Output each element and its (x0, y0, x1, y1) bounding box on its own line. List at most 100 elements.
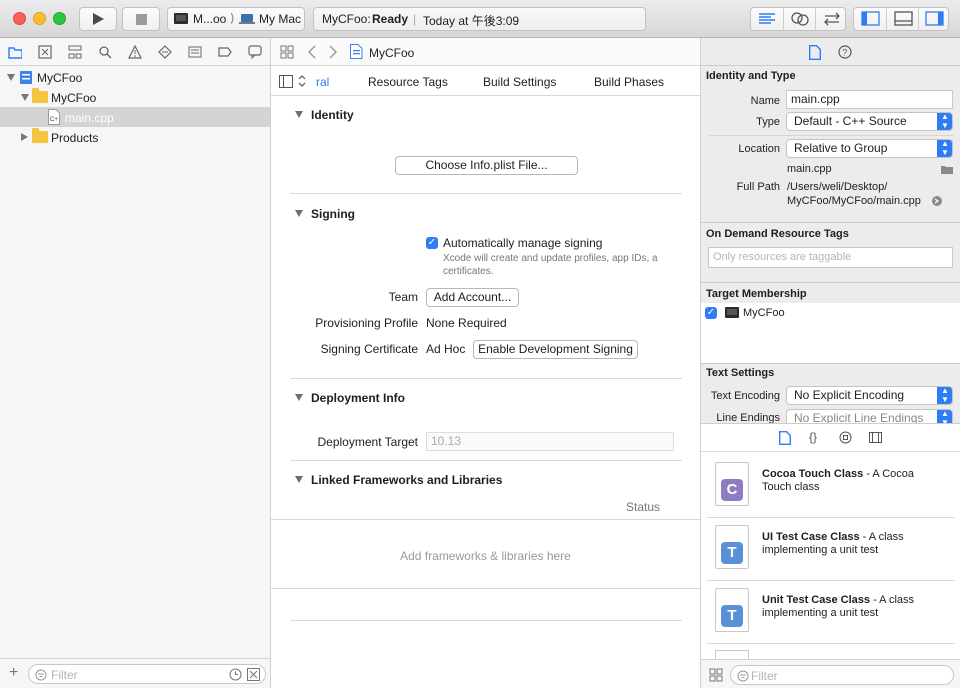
report-bubble-icon[interactable] (248, 45, 262, 59)
disclosure-expanded-icon[interactable] (7, 74, 15, 81)
tree-item-products[interactable]: Products (0, 127, 270, 147)
text-encoding-popup[interactable]: No Explicit Encoding ▲ ▼ (786, 386, 953, 405)
tree-item-project[interactable]: MyCFoo (0, 67, 270, 87)
minimize-window-button[interactable] (33, 12, 46, 25)
choose-info-plist-button[interactable]: Choose Info.plist File... (395, 156, 578, 175)
recent-files-clock-icon[interactable] (229, 668, 242, 681)
frameworks-empty-placeholder[interactable]: Add frameworks & libraries here (271, 549, 700, 563)
class-c-icon: C (721, 479, 743, 501)
library-selector-bar: {} (701, 424, 960, 452)
resource-tags-title: On Demand Resource Tags (706, 228, 849, 240)
folder-icon[interactable] (8, 45, 22, 59)
disclosure-expanded-icon[interactable] (21, 94, 29, 101)
auto-signing-label: Automatically manage signing (443, 236, 603, 250)
search-icon[interactable] (98, 45, 112, 59)
library-item-unit-test-case-class[interactable]: T Unit Test Case Class - A class implemen… (707, 582, 955, 644)
line-endings-popup[interactable]: No Explicit Line Endings ▲ ▼ (786, 409, 953, 423)
target-stepper-icon[interactable] (298, 74, 306, 88)
run-button[interactable] (79, 7, 117, 31)
grid-view-icon[interactable] (709, 668, 723, 682)
type-label: Type (756, 116, 780, 128)
popup-arrows-icon: ▲ ▼ (937, 387, 952, 404)
library-item-desc-rest: implementing a unit test (762, 607, 879, 619)
popup-arrows-icon: ▲ ▼ (937, 140, 952, 157)
project-editor: MyCFoo ral Resource Tags Build Settings … (271, 38, 701, 688)
tab-build-settings[interactable]: Build Settings (483, 75, 556, 89)
object-library-icon[interactable] (839, 431, 852, 444)
auto-signing-description-2: certificates. (443, 266, 494, 277)
filter-placeholder: Filter (751, 669, 778, 683)
library-item-cocoa-touch-class[interactable]: C Cocoa Touch Class - A Cocoa Touch class (707, 456, 955, 518)
tab-build-phases[interactable]: Build Phases (594, 75, 664, 89)
standard-editor-button[interactable] (751, 8, 783, 30)
inspector-selector-bar: ? (701, 38, 960, 66)
add-account-button[interactable]: Add Account... (426, 288, 519, 307)
frameworks-status-column-header: Status (626, 500, 661, 514)
identity-disclosure-icon[interactable] (295, 111, 303, 118)
file-template-icon[interactable] (779, 431, 791, 445)
section-divider (290, 620, 682, 621)
interlocking-rings-icon (791, 12, 809, 26)
test-diamond-icon[interactable] (158, 45, 172, 59)
location-popup[interactable]: Relative to Group ▲ ▼ (786, 139, 953, 158)
library-filter-field[interactable]: Filter (730, 665, 954, 685)
identity-section-title: Identity (311, 108, 354, 122)
tree-item-group[interactable]: MyCFoo (0, 87, 270, 107)
file-type-popup[interactable]: Default - C++ Source ▲ ▼ (786, 112, 953, 131)
source-control-filter-icon[interactable] (247, 668, 260, 681)
quick-help-icon[interactable]: ? (838, 45, 852, 59)
resource-tags-field[interactable]: Only resources are taggable (708, 247, 953, 268)
warning-icon[interactable] (128, 45, 142, 59)
version-editor-button[interactable] (815, 8, 847, 30)
toggle-debug-area-button[interactable] (886, 8, 918, 30)
disclosure-collapsed-icon[interactable] (21, 133, 28, 141)
tab-resource-tags[interactable]: Resource Tags (368, 75, 448, 89)
file-name-field[interactable]: main.cpp (786, 90, 953, 109)
target-membership-checkbox[interactable]: ✓ (705, 307, 717, 319)
close-window-button[interactable] (13, 12, 26, 25)
symbol-hierarchy-icon[interactable] (68, 45, 82, 59)
breadcrumb-project[interactable]: MyCFoo (369, 46, 414, 60)
breakpoint-tag-icon[interactable] (218, 45, 232, 59)
navigator-filter-field[interactable]: Filter (28, 664, 266, 684)
reveal-folder-icon[interactable] (941, 165, 953, 174)
source-control-icon[interactable] (38, 45, 52, 59)
media-library-icon[interactable] (869, 431, 882, 444)
tab-general[interactable]: ral (316, 75, 329, 89)
template-document-icon: T (715, 525, 749, 569)
toggle-navigator-button[interactable] (854, 8, 886, 30)
file-inspector-icon[interactable] (809, 45, 821, 60)
reveal-in-finder-arrow-icon[interactable] (932, 196, 942, 206)
deployment-disclosure-icon[interactable] (295, 394, 303, 401)
stop-button[interactable] (122, 7, 160, 31)
assistant-editor-button[interactable] (783, 8, 815, 30)
signing-disclosure-icon[interactable] (295, 210, 303, 217)
signing-certificate-value: Ad Hoc (426, 342, 466, 356)
code-snippet-icon[interactable]: {} (809, 430, 817, 444)
auto-signing-description-1: Xcode will create and update profiles, a… (443, 253, 658, 264)
related-items-grid-icon[interactable] (280, 45, 294, 59)
section-divider (701, 363, 960, 364)
library-item-ui-test-case-class[interactable]: T UI Test Case Class - A class implementi… (707, 519, 955, 581)
app-target-icon (174, 13, 188, 24)
table-footer-divider (271, 588, 700, 589)
scheme-selector[interactable]: M...oo ⟩ My Mac (167, 7, 305, 31)
frameworks-disclosure-icon[interactable] (295, 476, 303, 483)
inspector-pane: ? Identity and Type Name main.cpp Type D… (701, 38, 960, 688)
forward-chevron-icon[interactable] (328, 45, 338, 59)
sidebar-toggle-icon[interactable] (279, 75, 293, 88)
back-chevron-icon[interactable] (307, 45, 317, 59)
toggle-inspector-button[interactable] (918, 8, 950, 30)
add-file-button[interactable]: + (9, 664, 18, 682)
arrows-exchange-icon (824, 12, 840, 26)
tree-item-file-selected[interactable]: C+ main.cpp (0, 107, 270, 127)
auto-signing-checkbox[interactable]: ✓ (426, 237, 438, 249)
deployment-target-label: Deployment Target (317, 435, 419, 449)
library-item-title: Unit Test Case Class (762, 594, 871, 606)
project-navigator: MyCFoo MyCFoo C+ main.cpp Products + Fil… (0, 38, 271, 688)
team-label: Team (388, 290, 418, 304)
debug-gauge-icon[interactable] (188, 45, 202, 59)
zoom-window-button[interactable] (53, 12, 66, 25)
file-name-value: main.cpp (791, 92, 840, 106)
enable-development-signing-button[interactable]: Enable Development Signing (473, 340, 638, 359)
